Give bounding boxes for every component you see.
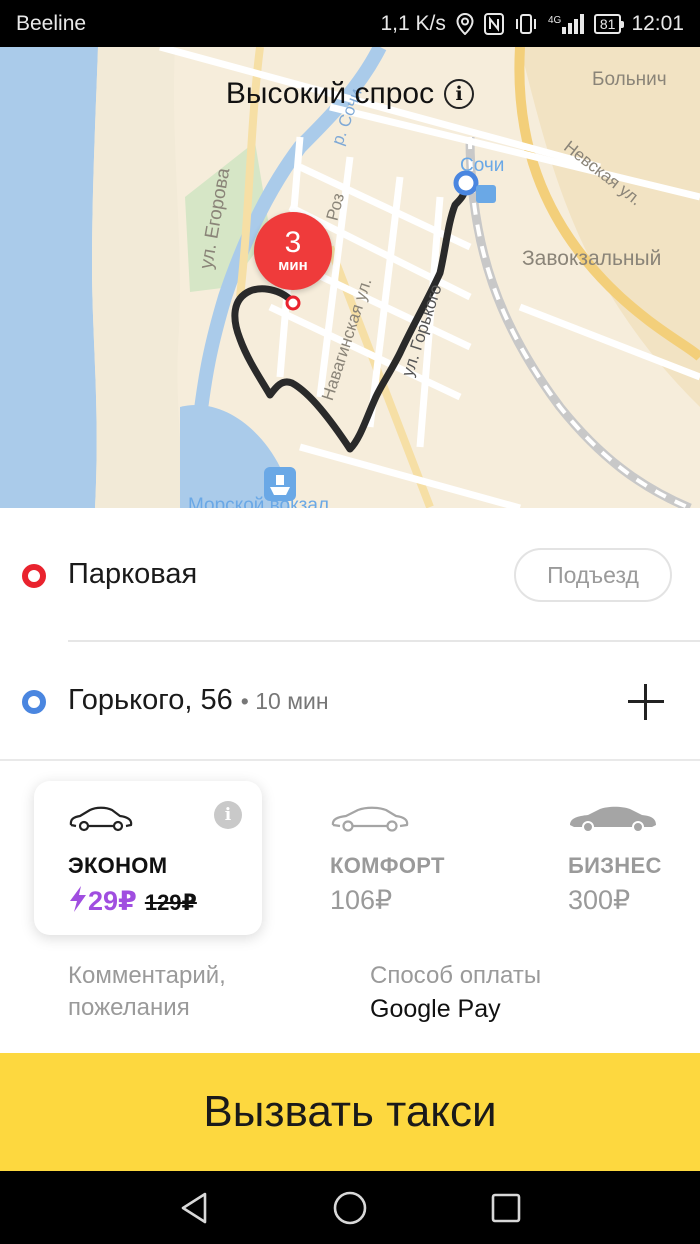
tariff-selector: i ЭКОНОМ 29₽ 129₽ КОМФОРТ 106₽ БИЗНЕС 300…: [0, 761, 700, 951]
destination-eta: • 10 мин: [240, 688, 329, 714]
eta-badge: 3 мин: [254, 212, 332, 290]
recents-icon[interactable]: [487, 1189, 525, 1227]
map-label-seaport: Морской вокзал: [188, 495, 329, 508]
back-icon[interactable]: [175, 1189, 213, 1227]
high-demand-label: Высокий спрос: [225, 77, 435, 110]
carrier-name: Beeline: [16, 11, 87, 35]
tariff-name-business: БИЗНЕС: [568, 853, 662, 878]
route-divider: [68, 640, 700, 642]
comment-button[interactable]: Комментарий, пожелания: [68, 960, 318, 1024]
nfc-icon: [483, 12, 504, 35]
eta-unit: мин: [278, 257, 308, 274]
call-taxi-button[interactable]: Вызвать такси: [0, 1053, 700, 1171]
pickup-pin-icon: [22, 564, 46, 588]
tariff-card-econom[interactable]: i ЭКОНОМ 29₽ 129₽: [34, 781, 262, 935]
payment-method-label[interactable]: Способ оплаты: [370, 960, 541, 992]
map-label-sochi: Сочи: [460, 155, 505, 176]
comfort-car-icon: [330, 803, 410, 838]
status-bar: Beeline 1,1 K/s 4G 81 12:01: [0, 0, 700, 47]
promo-price: 29₽: [88, 886, 137, 916]
destination-address: Горького, 56: [68, 684, 233, 716]
system-navigation-bar: [0, 1171, 700, 1244]
tariff-name-econom: ЭКОНОМ: [68, 853, 168, 878]
old-price: 129₽: [144, 890, 197, 915]
high-demand-banner[interactable]: Высокий спрос i: [0, 77, 700, 111]
business-car-icon: [568, 803, 658, 838]
lightning-icon: [68, 885, 88, 920]
tariff-price-econom: 29₽ 129₽: [68, 885, 197, 920]
pickup-address[interactable]: Парковая: [68, 558, 197, 591]
tariff-price-comfort: 106₽: [330, 885, 393, 915]
destination-address-row[interactable]: Горького, 56 • 10 мин: [68, 684, 329, 717]
home-icon[interactable]: [331, 1189, 369, 1227]
tariff-card-business[interactable]: БИЗНЕС 300₽: [534, 781, 700, 935]
destination-pin-icon: [22, 690, 46, 714]
tariff-name-comfort: КОМФОРТ: [330, 853, 445, 878]
tariff-info-icon[interactable]: i: [214, 801, 242, 829]
battery-indicator: 81: [593, 13, 624, 34]
order-options: Комментарий, пожелания Способ оплаты Goo…: [0, 960, 700, 1052]
route-panel: Парковая Подъезд Горького, 56 • 10 мин: [0, 508, 700, 761]
map-label-zavokzalny: Завокзальный: [522, 247, 662, 270]
entrance-button[interactable]: Подъезд: [514, 548, 672, 602]
eta-number: 3: [284, 226, 302, 259]
location-icon: [456, 12, 474, 35]
tariff-card-comfort[interactable]: КОМФОРТ 106₽: [296, 781, 524, 935]
econom-car-icon: [68, 803, 134, 838]
payment-method-value[interactable]: Google Pay: [370, 993, 501, 1025]
svg-text:4G: 4G: [548, 15, 562, 26]
add-stop-icon[interactable]: [624, 680, 668, 724]
signal-4g-icon: 4G: [548, 13, 584, 35]
tariff-price-business: 300₽: [568, 885, 631, 915]
clock: 12:01: [631, 11, 684, 35]
vibrate-icon: [514, 13, 538, 35]
info-icon[interactable]: i: [444, 79, 475, 109]
network-speed: 1,1 K/s: [380, 11, 446, 35]
map-view[interactable]: ул. Егорова р. Сочи Роз Сочи Невская ул.…: [0, 47, 700, 508]
